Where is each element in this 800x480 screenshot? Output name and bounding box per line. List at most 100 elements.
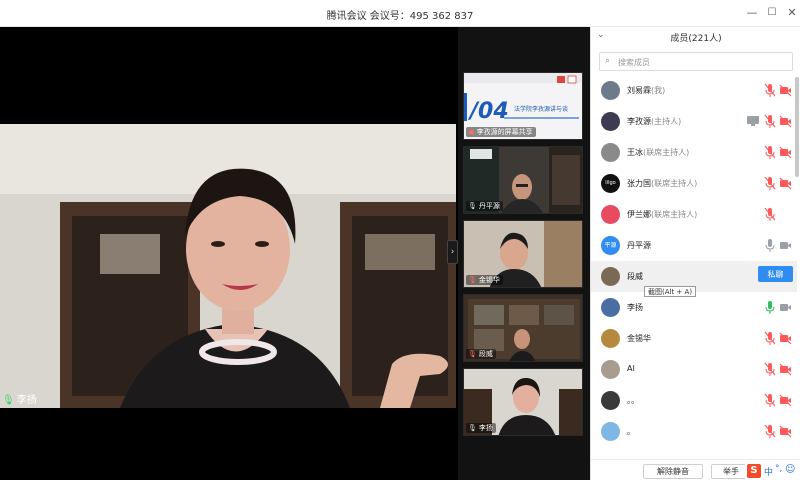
mic-icon: 🎙 (468, 424, 477, 432)
camera-off-icon[interactable] (779, 84, 792, 97)
avatar (601, 267, 620, 286)
mic-muted-icon[interactable] (764, 83, 776, 98)
member-row[interactable]: 。 (591, 416, 797, 447)
member-row[interactable]: 。。 (591, 385, 797, 416)
ime-mode-toggle[interactable]: 中 (764, 465, 773, 478)
member-row[interactable]: 平源 丹平源 (591, 230, 797, 261)
member-row[interactable]: lilgo 张力国(联席主持人) (591, 168, 797, 199)
member-name: 。 (627, 426, 635, 437)
speaker-video-frame (0, 124, 456, 408)
member-name: 李扬 (627, 302, 643, 313)
unmute-all-button[interactable]: 解除静音 (643, 464, 703, 479)
thumbnail-label: ▣ 李孜源的屏幕共享 (466, 127, 536, 137)
member-search-input[interactable] (618, 55, 788, 69)
member-name: 伊兰娜(联席主持人) (627, 209, 697, 220)
private-chat-button[interactable]: 私聊 (758, 266, 793, 282)
avatar (601, 298, 620, 317)
search-icon: ⌕ (605, 56, 611, 66)
mic-muted-icon[interactable] (764, 362, 776, 377)
member-row[interactable]: 李孜源(主持人) (591, 106, 797, 137)
member-list: 刘易霖(我) 李孜源(主持人) 王冰(联席主持人) lilgo 张力国(联席主持人) 伊兰… (591, 75, 797, 447)
member-row[interactable]: 刘易霖(我) (591, 75, 797, 106)
avatar: lilgo (601, 174, 620, 193)
member-name-text: 金锡华 (627, 334, 651, 343)
ime-toolbar[interactable]: S 中 °, ☺ (745, 463, 800, 480)
avatar (601, 391, 620, 410)
minimize-button[interactable]: — (744, 5, 760, 21)
member-name-text: 王冰 (627, 148, 643, 157)
ime-punctuation-toggle[interactable]: °, (775, 464, 782, 474)
member-name-text: 张力国 (627, 179, 651, 188)
thumbnail-label: 🎙 金锡华 (466, 275, 503, 285)
member-row[interactable]: 段威 私聊截图(Alt + A) (591, 261, 797, 297)
thumbnail-strip: /04 法学院李孜源讲与谈 ▣ 李孜源的屏幕共享 🎙 丹平源 🎙 金锡华 🎙 段… (458, 27, 590, 480)
camera-off-icon[interactable] (779, 394, 792, 407)
thumbnail-screen-share[interactable]: /04 法学院李孜源讲与谈 ▣ 李孜源的屏幕共享 (463, 72, 583, 140)
camera-off-icon[interactable] (779, 115, 792, 128)
emoji-icon[interactable]: ☺ (785, 464, 795, 475)
screen-share-icon: ▣ (468, 128, 475, 136)
avatar (601, 112, 620, 131)
sogou-logo-icon[interactable]: S (747, 464, 761, 478)
mic-muted-icon[interactable] (764, 114, 776, 129)
mic-muted-icon[interactable] (764, 176, 776, 191)
title-bar: 腾讯会议 会议号：495 362 837 — ☐ ✕ (0, 0, 800, 27)
member-role: (我) (651, 86, 666, 95)
thumbnail-collapse-arrow[interactable]: › (447, 240, 458, 264)
screen-share-icon (747, 116, 759, 126)
mic-muted-icon[interactable] (764, 424, 776, 439)
camera-off-icon[interactable] (779, 177, 792, 190)
video-area: 🎙 李扬 › /04 法学院李孜源讲与谈 ▣ 李孜源的屏幕共享 🎙 丹平源 🎙 … (0, 27, 590, 480)
avatar (601, 422, 620, 441)
member-name-text: AI (627, 364, 635, 373)
thumbnail-participant[interactable]: 🎙 金锡华 (463, 220, 583, 288)
mic-muted-icon[interactable] (764, 145, 776, 160)
thumbnail-label: 🎙 李扬 (466, 423, 496, 433)
mic-muted-icon[interactable] (764, 393, 776, 408)
mic-muted-icon: 🎙 (468, 350, 477, 358)
member-row[interactable]: AI (591, 354, 797, 385)
avatar (601, 360, 620, 379)
member-list-scrollbar[interactable] (795, 77, 799, 177)
member-row[interactable]: 王冰(联席主持人) (591, 137, 797, 168)
mic-muted-icon[interactable] (764, 207, 776, 222)
camera-icon[interactable] (779, 301, 792, 314)
camera-icon[interactable] (779, 239, 792, 252)
mic-muted-icon[interactable] (764, 331, 776, 346)
member-name: 丹平源 (627, 240, 651, 251)
screenshot-tooltip: 截图(Alt + A) (644, 286, 697, 297)
mic-icon[interactable] (764, 300, 776, 315)
member-name: 段威 (627, 271, 643, 282)
member-role: (联席主持人) (651, 179, 698, 188)
thumbnail-participant[interactable]: 🎙 李扬 (463, 368, 583, 436)
thumbnail-label: 🎙 段威 (466, 349, 496, 359)
main-speaker-video[interactable]: 🎙 李扬 (0, 124, 456, 408)
camera-off-icon[interactable] (779, 332, 792, 345)
member-role: (主持人) (651, 117, 682, 126)
member-name-text: 李扬 (627, 303, 643, 312)
thumbnail-label: 🎙 丹平源 (466, 201, 503, 211)
member-name-text: 。 (627, 427, 635, 436)
thumbnail-participant[interactable]: 🎙 段威 (463, 294, 583, 362)
avatar (601, 81, 620, 100)
member-name-text: 。。 (627, 396, 639, 405)
members-panel: ⌄ 成员(221人) ⌕ 刘易霖(我)李孜源(主持人)王冰(联席主持人)lilg… (590, 27, 800, 480)
camera-off-icon[interactable] (779, 425, 792, 438)
mic-icon[interactable] (764, 238, 776, 253)
mic-icon: 🎙 (468, 202, 477, 210)
close-button[interactable]: ✕ (784, 5, 800, 21)
slide-number: /04 (467, 99, 509, 124)
member-row[interactable]: 伊兰娜(联席主持人) (591, 199, 797, 230)
camera-off-icon[interactable] (779, 363, 792, 376)
camera-off-icon[interactable] (779, 146, 792, 159)
member-name-text: 李孜源 (627, 117, 651, 126)
maximize-button[interactable]: ☐ (764, 5, 780, 21)
panel-header: ⌄ 成员(221人) (591, 27, 800, 45)
thumbnail-participant[interactable]: 🎙 丹平源 (463, 146, 583, 214)
member-name-text: 丹平源 (627, 241, 651, 250)
member-row[interactable]: 金锡华 (591, 323, 797, 354)
member-search-box[interactable]: ⌕ (599, 52, 793, 71)
member-name: 王冰(联席主持人) (627, 147, 689, 158)
mic-muted-icon: 🎙 (468, 276, 477, 284)
member-name: 。。 (627, 395, 639, 406)
